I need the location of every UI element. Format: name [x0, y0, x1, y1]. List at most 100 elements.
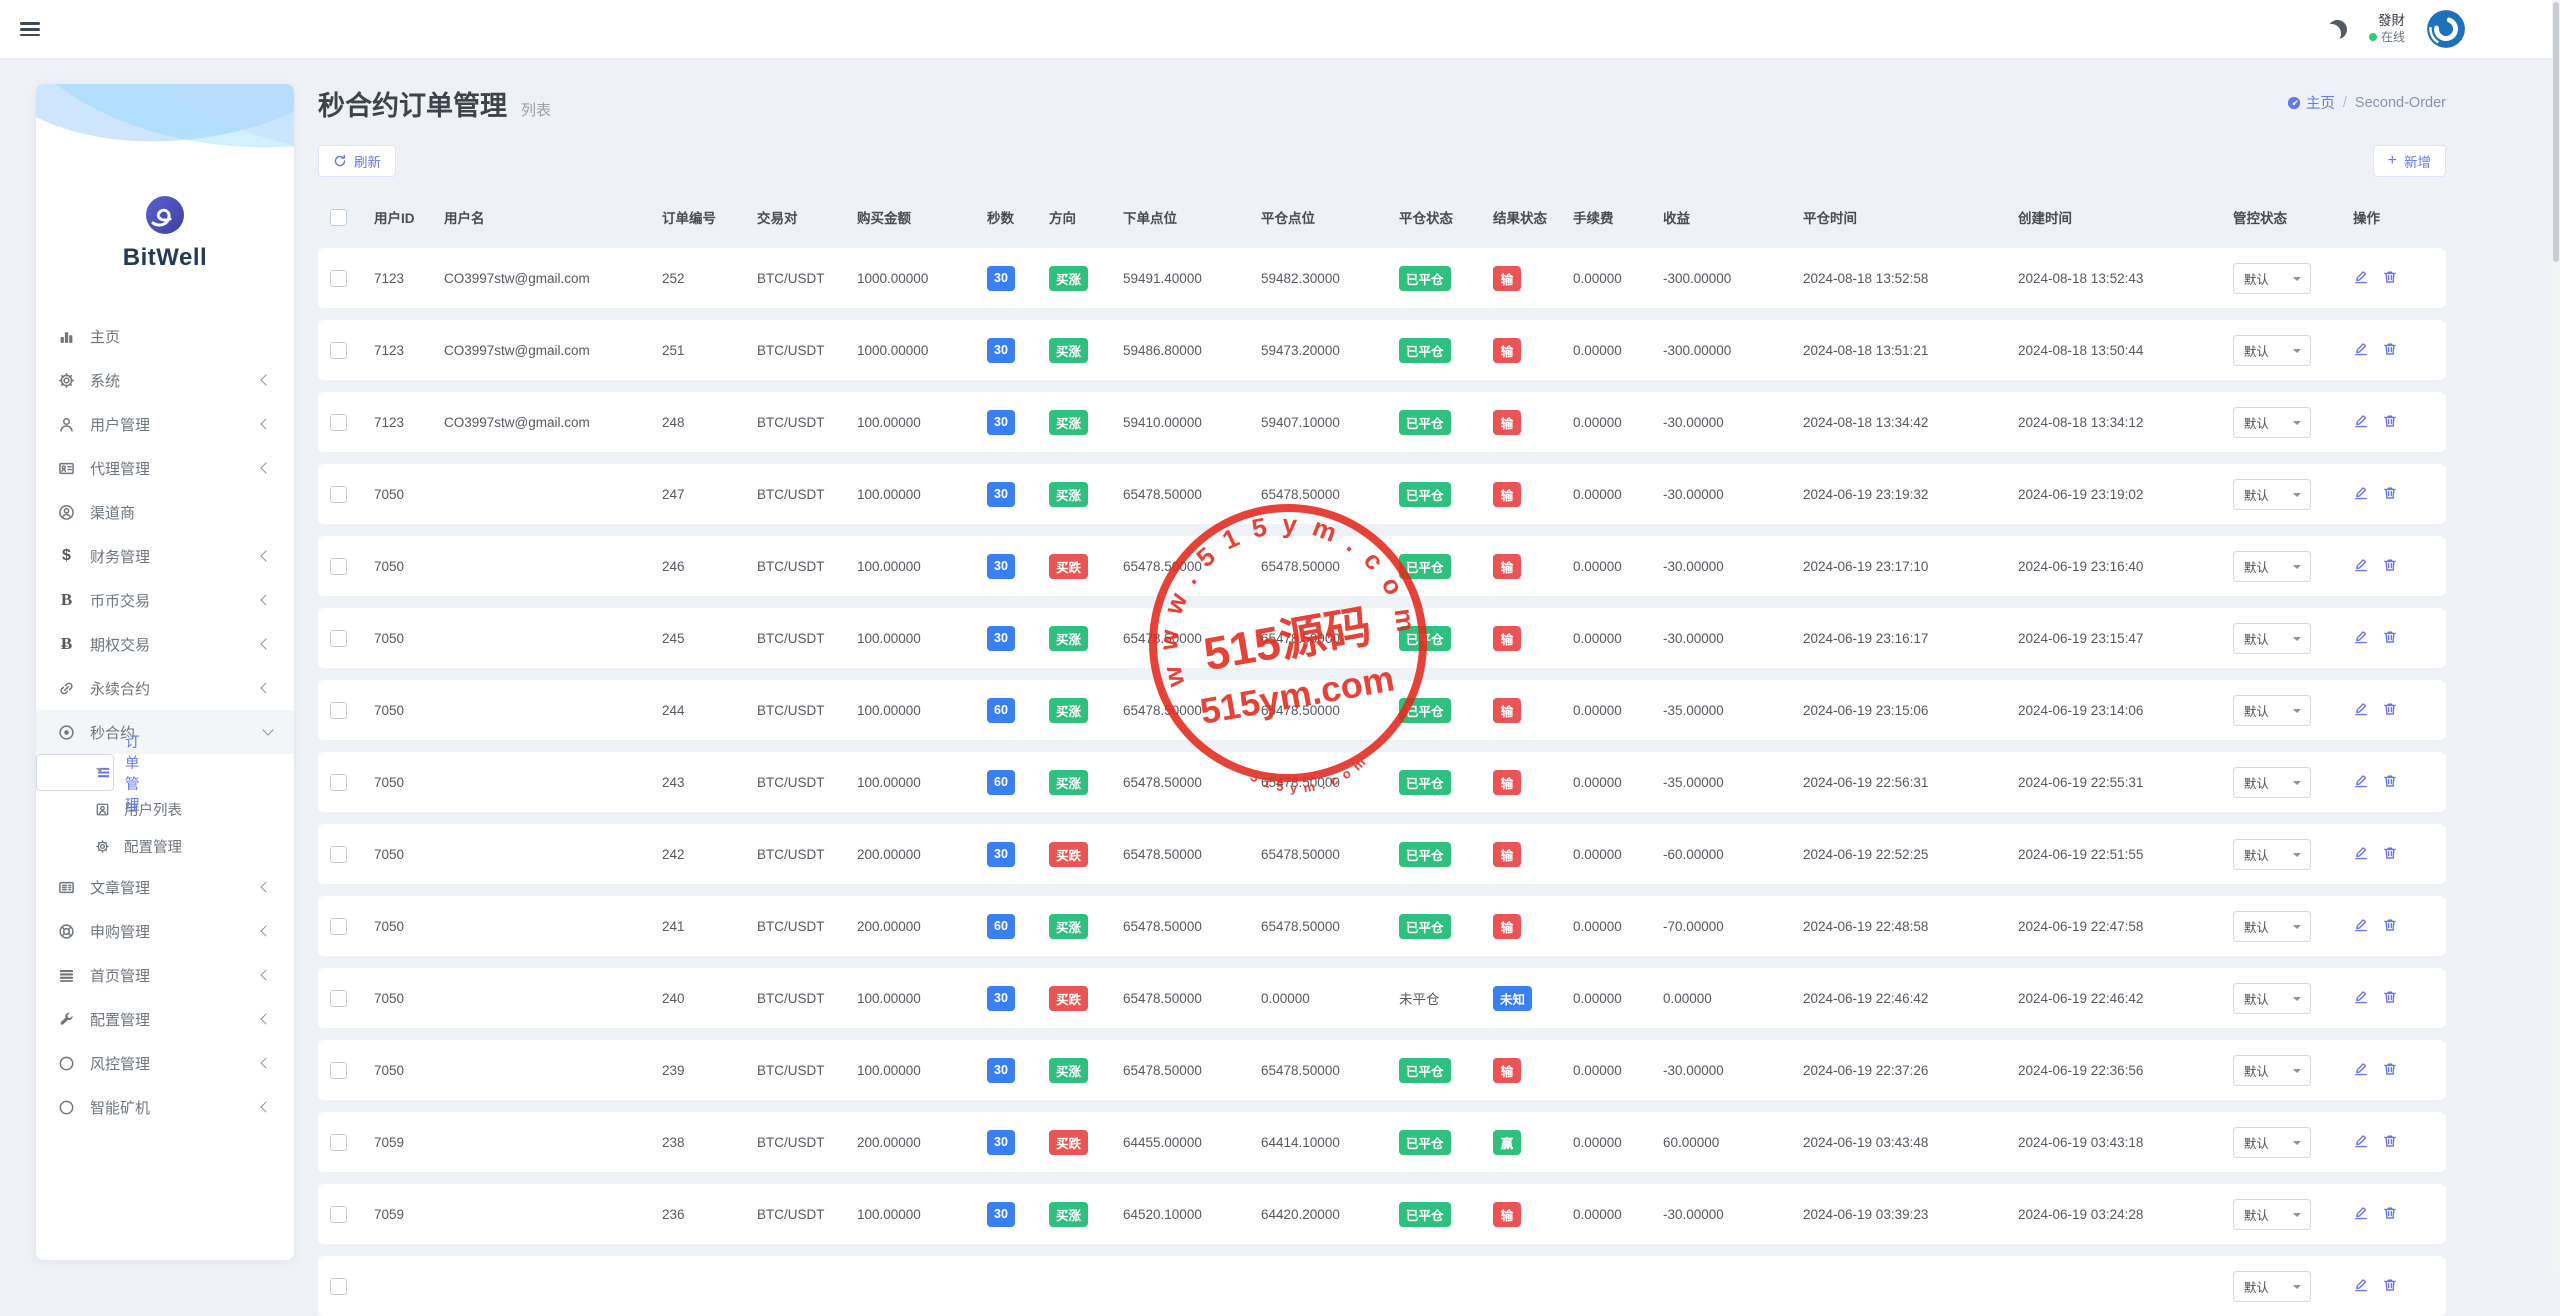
chevron-left-icon — [260, 969, 271, 980]
edit-icon[interactable] — [2353, 773, 2369, 792]
sidebar-item-3[interactable]: 代理管理 — [36, 446, 294, 490]
add-button[interactable]: + 新增 — [2373, 145, 2446, 177]
sidebar-item-9[interactable]: 秒合约 — [36, 710, 294, 754]
control-status-select[interactable]: 默认 — [2233, 335, 2311, 366]
scrollbar-thumb[interactable] — [2553, 2, 2559, 262]
edit-icon[interactable] — [2353, 629, 2369, 648]
select-all-checkbox[interactable] — [330, 209, 347, 226]
control-status-select[interactable]: 默认 — [2233, 551, 2311, 582]
sidebar-item-15[interactable]: 智能矿机 — [36, 1085, 294, 1129]
edit-icon[interactable] — [2353, 845, 2369, 864]
sidebar-subitem-9-1[interactable]: 用户列表 — [36, 791, 294, 828]
cell-username: CO3997stw@gmail.com — [444, 343, 662, 358]
breadcrumb-home-link[interactable]: 主页 — [2287, 92, 2335, 113]
sidebar-item-13[interactable]: 配置管理 — [36, 997, 294, 1041]
edit-icon[interactable] — [2353, 1061, 2369, 1080]
row-checkbox[interactable] — [330, 414, 347, 431]
trash-icon[interactable] — [2382, 1277, 2398, 1296]
edit-icon[interactable] — [2353, 269, 2369, 288]
trash-icon[interactable] — [2382, 1205, 2398, 1224]
control-status-select[interactable]: 默认 — [2233, 263, 2311, 294]
row-checkbox[interactable] — [330, 1062, 347, 1079]
edit-icon[interactable] — [2353, 701, 2369, 720]
edit-icon[interactable] — [2353, 413, 2369, 432]
row-checkbox[interactable] — [330, 918, 347, 935]
trash-icon[interactable] — [2382, 557, 2398, 576]
sidebar-item-5[interactable]: $财务管理 — [36, 534, 294, 578]
control-status-select[interactable]: 默认 — [2233, 839, 2311, 870]
control-status-select[interactable]: 默认 — [2233, 983, 2311, 1014]
sidebar-item-10[interactable]: 文章管理 — [36, 865, 294, 909]
cell-fee: 0.00000 — [1573, 487, 1663, 502]
edit-icon[interactable] — [2353, 485, 2369, 504]
trash-icon[interactable] — [2382, 989, 2398, 1008]
sidebar-toggle-hamburger-icon[interactable] — [20, 19, 40, 39]
sidebar-item-8[interactable]: 永续合约 — [36, 666, 294, 710]
cell-close-price: 65478.50000 — [1261, 775, 1399, 790]
trash-icon[interactable] — [2382, 629, 2398, 648]
row-checkbox[interactable] — [330, 1134, 347, 1151]
trash-icon[interactable] — [2382, 701, 2398, 720]
trash-icon[interactable] — [2382, 485, 2398, 504]
control-status-select[interactable]: 默认 — [2233, 407, 2311, 438]
cell-order-no: 248 — [662, 415, 757, 430]
trash-icon[interactable] — [2382, 413, 2398, 432]
row-checkbox[interactable] — [330, 486, 347, 503]
trash-icon[interactable] — [2382, 917, 2398, 936]
cell-create-time: 2024-06-19 22:36:56 — [2018, 1063, 2233, 1078]
cell-profit: -30.00000 — [1663, 559, 1803, 574]
cell-close-price: 65478.50000 — [1261, 631, 1399, 646]
user-avatar[interactable] — [2427, 10, 2465, 48]
edit-icon[interactable] — [2353, 1205, 2369, 1224]
edit-icon[interactable] — [2353, 341, 2369, 360]
row-checkbox[interactable] — [330, 342, 347, 359]
row-checkbox[interactable] — [330, 270, 347, 287]
control-status-select[interactable]: 默认 — [2233, 1199, 2311, 1230]
sidebar-item-12[interactable]: 首页管理 — [36, 953, 294, 997]
control-status-select[interactable]: 默认 — [2233, 1127, 2311, 1158]
control-status-select[interactable]: 默认 — [2233, 1055, 2311, 1086]
control-status-select[interactable]: 默认 — [2233, 695, 2311, 726]
sidebar-item-1[interactable]: 系统 — [36, 358, 294, 402]
sidebar-item-11[interactable]: 申购管理 — [36, 909, 294, 953]
edit-icon[interactable] — [2353, 989, 2369, 1008]
trash-icon[interactable] — [2382, 845, 2398, 864]
control-status-select[interactable]: 默认 — [2233, 911, 2311, 942]
control-status-select[interactable]: 默认 — [2233, 767, 2311, 798]
trash-icon[interactable] — [2382, 773, 2398, 792]
control-status-select[interactable]: 默认 — [2233, 623, 2311, 654]
row-checkbox[interactable] — [330, 1206, 347, 1223]
edit-icon[interactable] — [2353, 917, 2369, 936]
trash-icon[interactable] — [2382, 341, 2398, 360]
sidebar-item-4[interactable]: 渠道商 — [36, 490, 294, 534]
control-status-select[interactable]: 默认 — [2233, 479, 2311, 510]
sidebar-item-14[interactable]: 风控管理 — [36, 1041, 294, 1085]
row-checkbox[interactable] — [330, 558, 347, 575]
sidebar-item-6[interactable]: B币币交易 — [36, 578, 294, 622]
sidebar-item-2[interactable]: 用户管理 — [36, 402, 294, 446]
edit-icon[interactable] — [2353, 1133, 2369, 1152]
sidebar-item-0[interactable]: 主页 — [36, 314, 294, 358]
trash-icon[interactable] — [2382, 269, 2398, 288]
cell-user-id: 7050 — [374, 559, 444, 574]
vertical-scrollbar[interactable] — [2552, 0, 2560, 1271]
row-checkbox[interactable] — [330, 846, 347, 863]
sidebar-item-7[interactable]: Ƀ期权交易 — [36, 622, 294, 666]
dark-mode-moon-icon[interactable] — [2328, 20, 2347, 39]
seconds-badge: 30 — [987, 842, 1015, 867]
trash-icon[interactable] — [2382, 1133, 2398, 1152]
sidebar-subitem-9-2[interactable]: 配置管理 — [36, 828, 294, 865]
trash-icon[interactable] — [2382, 1061, 2398, 1080]
row-checkbox[interactable] — [330, 702, 347, 719]
cell-amount: 100.00000 — [857, 775, 987, 790]
control-status-select[interactable]: 默认 — [2233, 1271, 2311, 1302]
edit-icon[interactable] — [2353, 1277, 2369, 1296]
row-checkbox[interactable] — [330, 990, 347, 1007]
row-checkbox[interactable] — [330, 774, 347, 791]
user-info[interactable]: 發財 在线 — [2369, 13, 2405, 45]
row-checkbox[interactable] — [330, 1278, 347, 1295]
row-checkbox[interactable] — [330, 630, 347, 647]
sidebar-subitem-9-0[interactable]: 订单管理 — [36, 754, 114, 791]
edit-icon[interactable] — [2353, 557, 2369, 576]
refresh-button[interactable]: 刷新 — [318, 145, 396, 177]
